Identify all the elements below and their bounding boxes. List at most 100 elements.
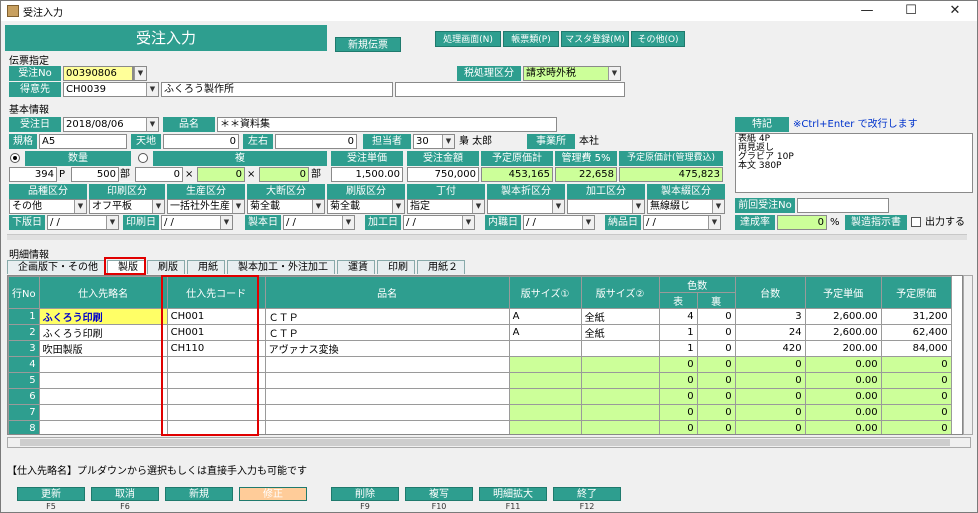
order-date-field[interactable]: 2018/08/06 ▼ xyxy=(63,117,159,132)
cell-back[interactable]: 0 xyxy=(696,388,736,405)
cell-name[interactable] xyxy=(264,388,510,405)
cell-front[interactable]: 0 xyxy=(658,404,698,421)
col-price[interactable]: 予定単価 xyxy=(804,276,882,309)
new-slip-button[interactable]: 新規伝票 xyxy=(335,37,401,52)
date-field-6[interactable]: / / ▼ xyxy=(643,215,721,230)
cell-name[interactable]: アヴァナス変換 xyxy=(264,340,510,357)
copy-button[interactable]: 複写 xyxy=(405,487,473,501)
fuku2-field[interactable]: 0 xyxy=(197,167,245,182)
amount-field[interactable]: 750,000 xyxy=(407,167,479,182)
col-back[interactable]: 裏 xyxy=(696,292,736,309)
cell-size2[interactable] xyxy=(580,420,660,434)
tenchi-field[interactable]: 0 xyxy=(163,134,239,149)
cat-select-1[interactable]: その他 ▼ xyxy=(9,199,87,214)
cell-count[interactable]: 0 xyxy=(734,388,806,405)
date-field-1[interactable]: / / ▼ xyxy=(47,215,119,230)
cell-supplier[interactable] xyxy=(38,420,168,434)
cell-price[interactable]: 0.00 xyxy=(804,372,882,389)
minimize-button[interactable]: — xyxy=(845,1,889,21)
cell-cost[interactable]: 0 xyxy=(880,420,952,434)
cell-price[interactable]: 2,600.00 xyxy=(804,324,882,341)
cell-cost[interactable]: 0 xyxy=(880,356,952,373)
cell-price[interactable]: 0.00 xyxy=(804,388,882,405)
cell-supplier[interactable] xyxy=(38,404,168,421)
cat-select-6[interactable]: 指定 ▼ xyxy=(407,199,485,214)
cell-size1[interactable] xyxy=(508,340,582,357)
cell-name[interactable] xyxy=(264,404,510,421)
cell-size1[interactable] xyxy=(508,372,582,389)
cell-count[interactable]: 0 xyxy=(734,356,806,373)
customer-extra-field[interactable] xyxy=(395,82,625,97)
cat-select-2[interactable]: オフ平板 ▼ xyxy=(89,199,165,214)
date-field-5[interactable]: / / ▼ xyxy=(523,215,595,230)
spec-field[interactable]: A5 xyxy=(39,134,127,149)
cat-select-7[interactable]: ▼ xyxy=(487,199,565,214)
fuku3-field[interactable]: 0 xyxy=(259,167,309,182)
cell-size2[interactable]: 全紙 xyxy=(580,324,660,341)
cell-name[interactable] xyxy=(264,356,510,373)
cell-size2[interactable] xyxy=(580,404,660,421)
cell-size1[interactable]: A xyxy=(508,324,582,341)
col-cost[interactable]: 予定原価 xyxy=(880,276,952,309)
fuku-radio[interactable] xyxy=(138,153,148,163)
cell-count[interactable]: 3 xyxy=(734,308,806,325)
menu-master[interactable]: マスタ登録(M) xyxy=(561,31,629,47)
table-row[interactable]: 2 ふくろう印刷 CH001 ＣＴＰ A 全紙 1 0 24 2,600.00 62,400 xyxy=(8,324,952,341)
cancel-button[interactable]: 取消 xyxy=(91,487,159,501)
cell-size1[interactable] xyxy=(508,388,582,405)
tab-freight[interactable]: 運賃 xyxy=(337,260,375,274)
delete-button[interactable]: 削除 xyxy=(331,487,399,501)
cell-price[interactable]: 200.00 xyxy=(804,340,882,357)
cell-back[interactable]: 0 xyxy=(696,308,736,325)
cell-price[interactable]: 0.00 xyxy=(804,356,882,373)
table-row[interactable]: 7 0 0 0 0.00 0 xyxy=(8,404,952,421)
table-row[interactable]: 8 0 0 0 0.00 0 xyxy=(8,420,952,434)
cat-select-8[interactable]: ▼ xyxy=(567,199,645,214)
cell-front[interactable]: 0 xyxy=(658,372,698,389)
date-field-2[interactable]: / / ▼ xyxy=(161,215,233,230)
cell-size2[interactable] xyxy=(580,388,660,405)
menu-reports[interactable]: 帳票類(P) xyxy=(503,31,559,47)
item-name-field[interactable]: ＊＊資料集 xyxy=(217,117,557,132)
table-row[interactable]: 4 0 0 0 0.00 0 xyxy=(8,356,952,373)
cell-cost[interactable]: 0 xyxy=(880,404,952,421)
cell-front[interactable]: 0 xyxy=(658,388,698,405)
horizontal-scrollbar[interactable] xyxy=(7,437,971,448)
cell-price[interactable]: 0.00 xyxy=(804,404,882,421)
cell-cost[interactable]: 0 xyxy=(880,388,952,405)
table-row[interactable]: 6 0 0 0 0.00 0 xyxy=(8,388,952,405)
cell-price[interactable]: 2,600.00 xyxy=(804,308,882,325)
maximize-button[interactable]: ☐ xyxy=(889,1,933,21)
col-front[interactable]: 表 xyxy=(658,292,698,309)
fuku1-field[interactable]: 0 xyxy=(135,167,183,182)
cell-price[interactable]: 0.00 xyxy=(804,420,882,434)
col-size2[interactable]: 版サイズ② xyxy=(580,276,660,309)
cell-back[interactable]: 0 xyxy=(696,420,736,434)
date-field-4[interactable]: / / ▼ xyxy=(403,215,475,230)
unit-price-field[interactable]: 1,500.00 xyxy=(331,167,403,182)
cell-size1[interactable] xyxy=(508,420,582,434)
cell-cost[interactable]: 31,200 xyxy=(880,308,952,325)
staff-select[interactable]: 30 ▼ xyxy=(413,134,455,149)
cell-count[interactable]: 0 xyxy=(734,420,806,434)
date-field-3[interactable]: / / ▼ xyxy=(283,215,355,230)
cell-cost[interactable]: 84,000 xyxy=(880,340,952,357)
col-count[interactable]: 台数 xyxy=(734,276,806,309)
cell-size2[interactable] xyxy=(580,372,660,389)
sayuu-field[interactable]: 0 xyxy=(275,134,357,149)
cat-select-9[interactable]: 無線綴じ ▼ xyxy=(647,199,725,214)
order-no-dropdown[interactable]: ▼ xyxy=(133,66,147,81)
menu-other[interactable]: その他(O) xyxy=(631,31,685,47)
cell-supplier[interactable]: ふくろう印刷 xyxy=(38,308,168,325)
cell-name[interactable]: ＣＴＰ xyxy=(264,324,510,341)
table-row[interactable]: 5 0 0 0 0.00 0 xyxy=(8,372,952,389)
qty-radio[interactable] xyxy=(10,153,20,163)
cell-supplier[interactable] xyxy=(38,388,168,405)
cell-count[interactable]: 0 xyxy=(734,404,806,421)
menu-process[interactable]: 処理画面(N) xyxy=(435,31,501,47)
cell-count[interactable]: 24 xyxy=(734,324,806,341)
exit-button[interactable]: 終了 xyxy=(553,487,621,501)
cell-size2[interactable] xyxy=(580,356,660,373)
customer-code-select[interactable]: CH0039 ▼ xyxy=(63,82,159,97)
cell-back[interactable]: 0 xyxy=(696,324,736,341)
